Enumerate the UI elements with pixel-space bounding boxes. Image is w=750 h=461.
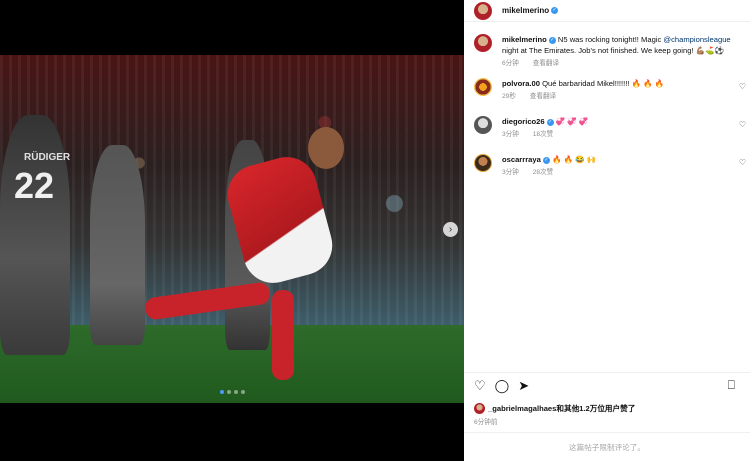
heart-icon[interactable]: ♡ <box>739 82 746 91</box>
mention-link[interactable]: @championsleague <box>663 35 730 44</box>
celebrating-player-leg <box>272 290 294 380</box>
post-header: mikelmerino ✓ <box>464 0 750 22</box>
comment-icon[interactable]: ◯ <box>495 379 510 396</box>
post-details-panel: mikelmerino ✓ mikelmerino ✓ N5 was rockin… <box>464 0 750 461</box>
carousel-dot <box>240 390 245 394</box>
comment-username[interactable]: diegorico26 <box>502 117 545 126</box>
verified-icon: ✓ <box>546 118 554 126</box>
verified-icon: ✓ <box>548 36 556 44</box>
comment-item: polvora.00 Qué barbaridad Mikel!!!!!!! 🔥… <box>464 78 750 102</box>
carousel-dot <box>219 390 224 394</box>
likes-count-text[interactable]: 和其他1.2万位用户赞了 <box>556 403 635 414</box>
avatar[interactable] <box>474 78 492 96</box>
avatar[interactable] <box>474 34 492 52</box>
chevron-right-icon[interactable]: › <box>443 222 458 237</box>
heart-icon[interactable]: ♡ <box>474 379 486 396</box>
heart-icon[interactable]: ♡ <box>739 120 746 129</box>
carousel-dot <box>226 390 231 394</box>
verified-icon: ✓ <box>542 156 550 164</box>
comment-item: oscarrraya ✓ 🔥 🔥 😂 🙌 3分钟 28次赞 ♡ <box>464 154 750 178</box>
heart-icon[interactable]: ♡ <box>739 158 746 167</box>
comments-list: mikelmerino ✓ N5 was rocking tonight!! Ma… <box>464 34 750 190</box>
comment-username[interactable]: polvora.00 <box>502 79 540 88</box>
comment-text: 🔥 🔥 😂 🙌 <box>551 155 597 164</box>
liker-username[interactable]: _gabrielmagalhaes <box>488 404 556 413</box>
media-pane: RÜDIGER 22 › <box>0 0 464 461</box>
post-photo[interactable]: RÜDIGER 22 <box>0 55 464 403</box>
verified-icon: ✓ <box>551 7 559 14</box>
action-bar: ♡ ◯ ➤ ⎕ <box>464 372 750 396</box>
comment-likes[interactable]: 18次赞 <box>533 131 554 138</box>
send-icon[interactable]: ➤ <box>518 379 529 396</box>
caption-author[interactable]: mikelmerino <box>502 35 547 44</box>
avatar[interactable] <box>474 116 492 134</box>
caption-text: N5 was rocking tonight!! Magic <box>557 35 662 44</box>
celebrating-player-head <box>308 127 344 169</box>
jersey-name: RÜDIGER <box>24 152 71 163</box>
opponent-player <box>90 145 145 345</box>
caption-text-cont: night at The Emirates. Job's not finishe… <box>502 46 725 55</box>
comment-time[interactable]: 3分钟 <box>502 131 519 138</box>
carousel-dots <box>0 390 464 394</box>
avatar[interactable] <box>474 1 492 20</box>
caption-time[interactable]: 6分钟 <box>502 60 519 67</box>
post-time[interactable]: 6分钟前 <box>474 416 497 426</box>
comment-text: Qué barbaridad Mikel!!!!!!! 🔥 🔥 🔥 <box>542 79 665 88</box>
author-username[interactable]: mikelmerino <box>502 6 549 15</box>
comments-restricted-notice: 这篇帖子限制评论了。 <box>464 432 750 461</box>
avatar <box>474 403 485 414</box>
avatar[interactable] <box>474 154 492 172</box>
opponent-player <box>0 115 70 355</box>
bookmark-icon[interactable]: ⎕ <box>728 379 735 392</box>
translate-link[interactable]: 查看翻译 <box>530 93 556 100</box>
comment-item: diegorico26 ✓ 💞 💞 💞 3分钟 18次赞 ♡ <box>464 116 750 140</box>
jersey-number: 22 <box>14 165 55 206</box>
comment-username[interactable]: oscarrraya <box>502 155 541 164</box>
comment-time[interactable]: 29秒 <box>502 93 516 100</box>
comment-text: 💞 💞 💞 <box>555 117 589 126</box>
likes-summary[interactable]: _gabrielmagalhaes 和其他1.2万位用户赞了 <box>474 403 635 414</box>
caption: mikelmerino ✓ N5 was rocking tonight!! Ma… <box>464 34 750 69</box>
comment-time[interactable]: 3分钟 <box>502 169 519 176</box>
carousel-dot <box>233 390 238 394</box>
comment-likes[interactable]: 28次赞 <box>533 169 554 176</box>
translate-link[interactable]: 查看翻译 <box>533 60 559 67</box>
